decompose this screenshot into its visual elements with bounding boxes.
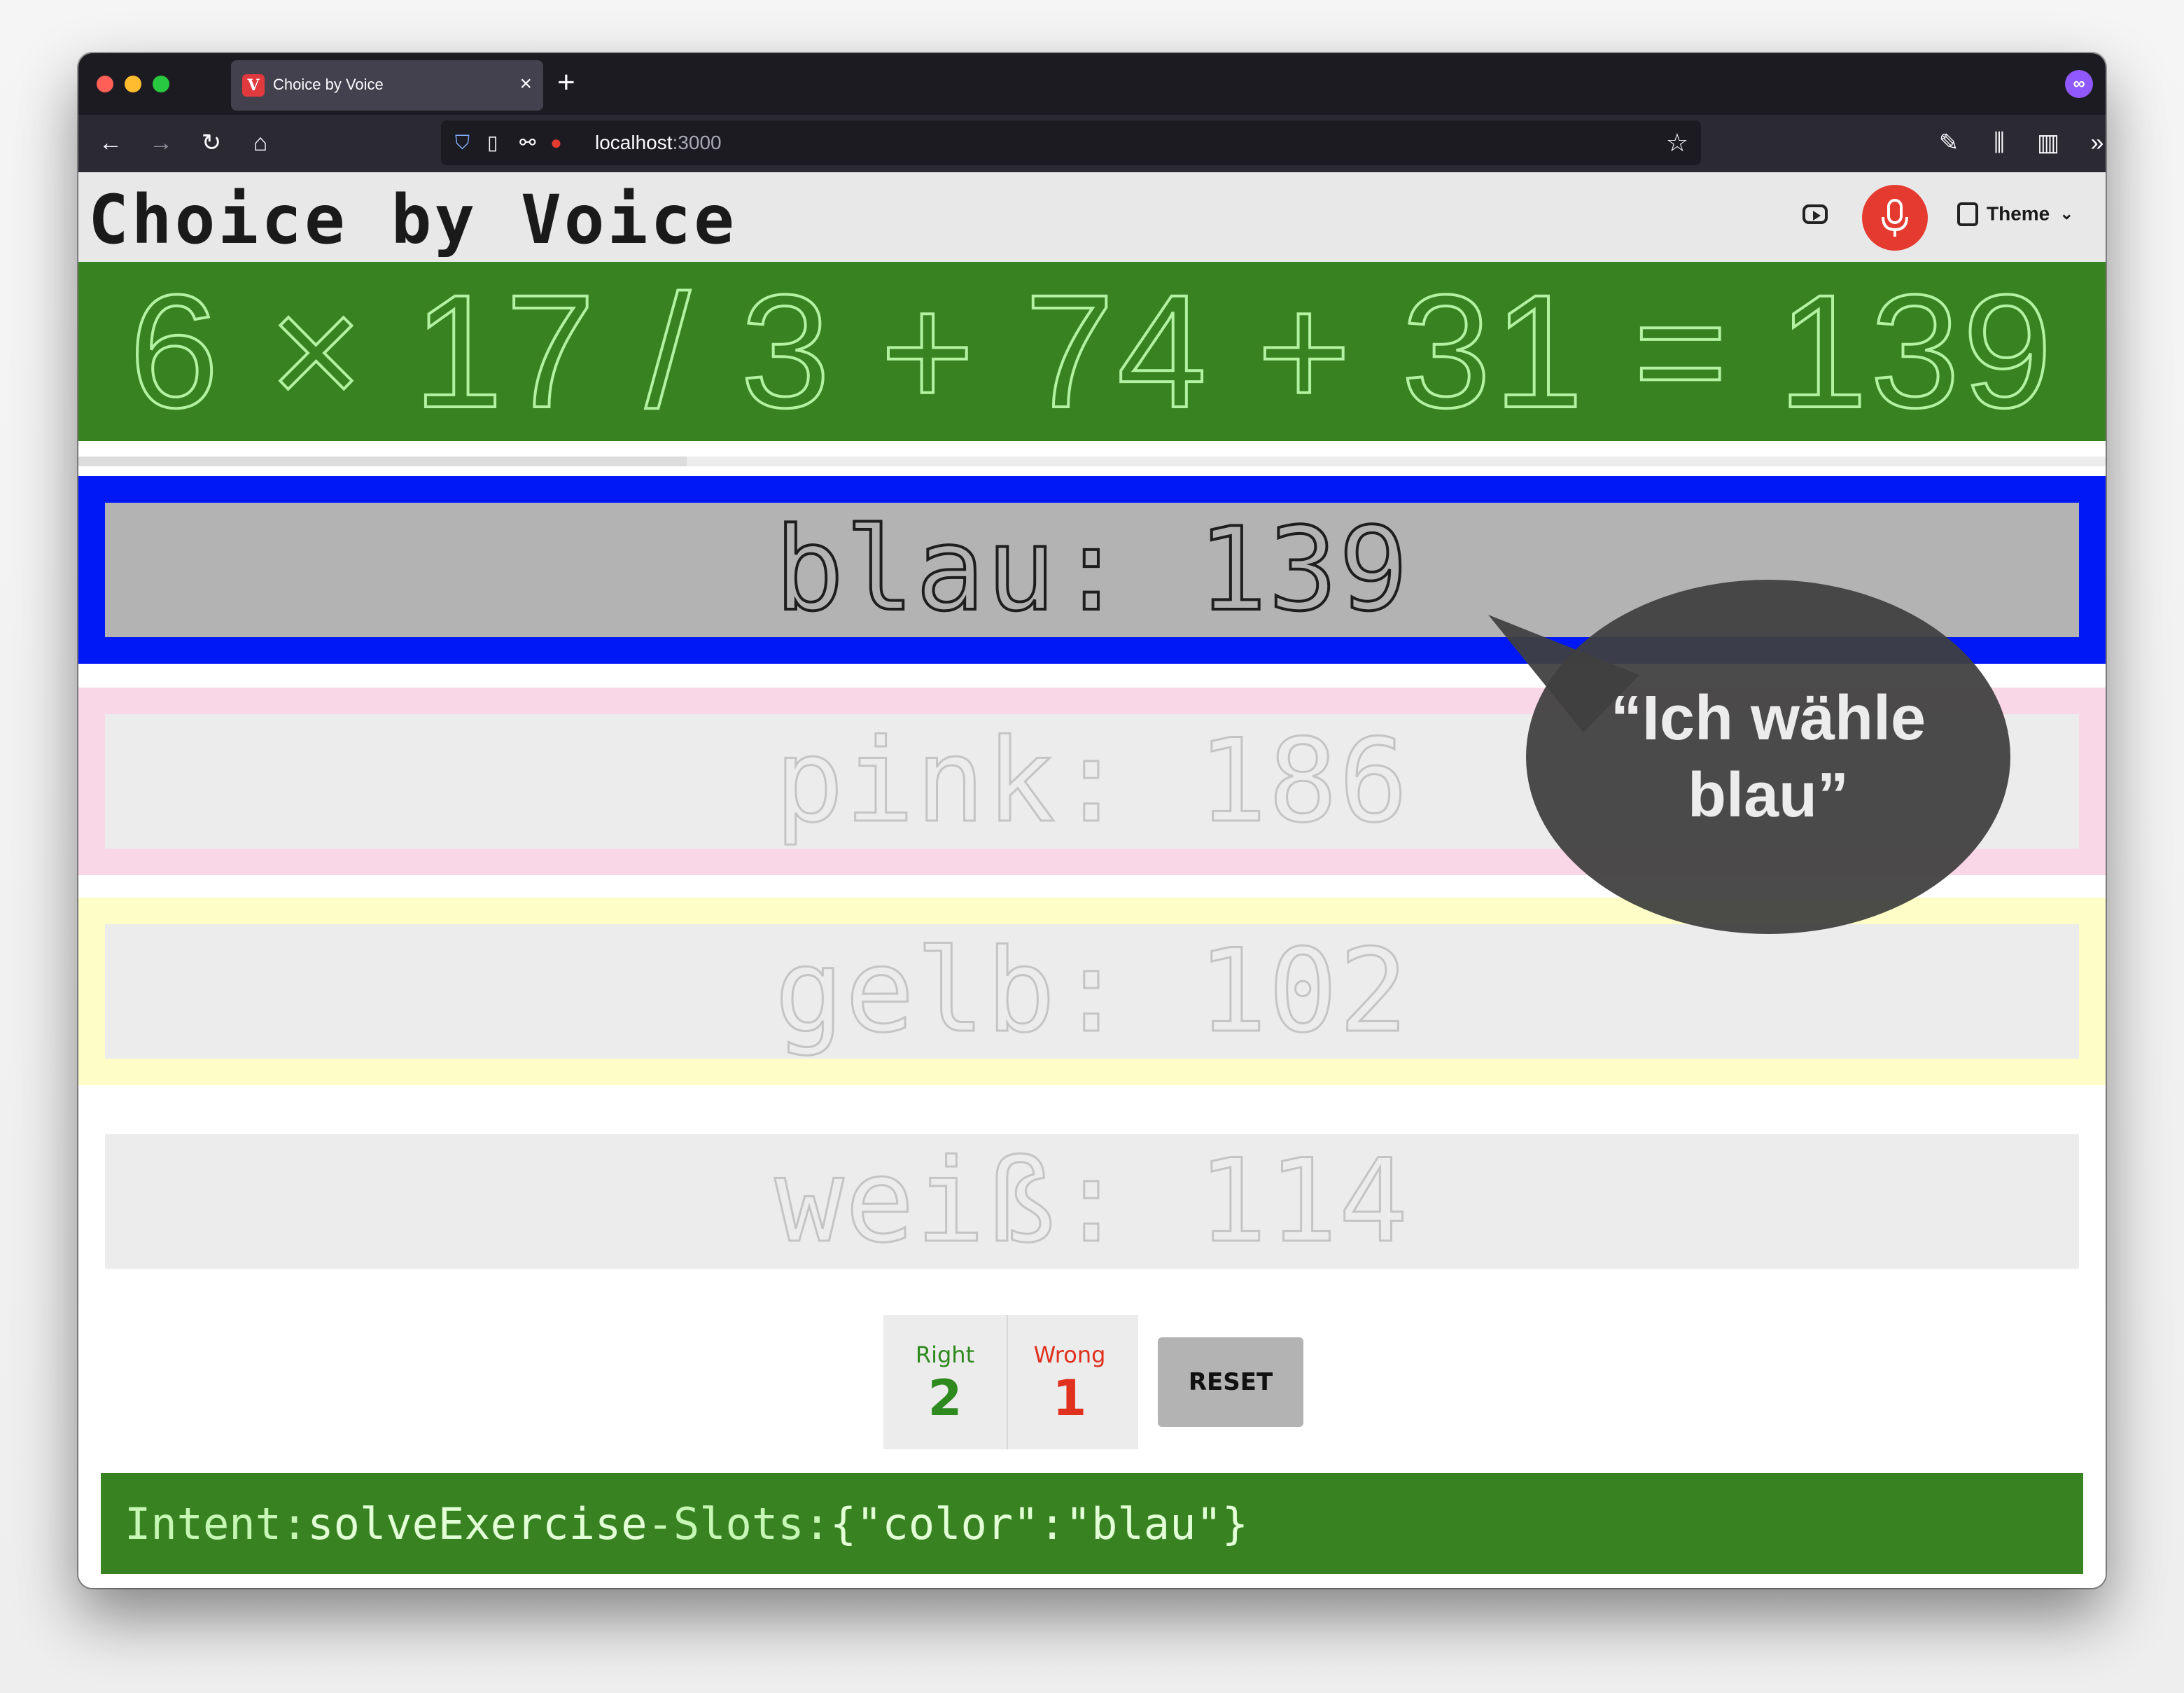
timer-progress-bar (78, 457, 2106, 466)
navigation-bar: ← → ↻ ⌂ ⛉ ▯ ⚯ ● localhost:3000 ☆ ✎ ⫼ ▥ »… (78, 115, 2106, 172)
url-text: localhost:3000 (595, 132, 722, 154)
theme-dropdown[interactable]: Theme ⌄ (1957, 202, 2073, 232)
option-pink-label: pink: 186 (774, 713, 1410, 849)
page-icon[interactable]: ▯ (487, 130, 498, 155)
theme-swatch-icon (1957, 202, 1978, 226)
reload-icon[interactable]: ↻ (196, 127, 227, 158)
forward-icon[interactable]: → (146, 127, 176, 158)
score-wrong-value: 1 (1052, 1370, 1087, 1427)
back-icon[interactable]: ← (95, 127, 126, 158)
option-gelb-face: gelb: 102 (105, 924, 2079, 1059)
chevron-down-icon: ⌄ (2059, 204, 2074, 224)
option-weiss-label: weiß: 114 (774, 1134, 1410, 1269)
intent-bar: Intent: solveExercise - Slots: {"color":… (101, 1473, 2083, 1574)
close-window-button[interactable] (97, 76, 113, 92)
microphone-button[interactable] (1862, 185, 1928, 251)
exercise-banner: 6 × 17 / 3 + 74 + 31 = 139 (78, 262, 2106, 441)
option-weiss-face: weiß: 114 (105, 1134, 2079, 1269)
favicon-icon: V (242, 74, 265, 97)
url-port: :3000 (672, 132, 722, 153)
tab-close-icon[interactable]: × (519, 71, 532, 97)
speech-bubble: “Ich wähle blau” (1526, 580, 2010, 934)
tab-title: Choice by Voice (273, 76, 384, 93)
url-host: localhost (595, 132, 673, 153)
bookmark-star-icon[interactable]: ☆ (1666, 129, 1688, 157)
microphone-icon (1882, 199, 1908, 237)
intent-value: solveExercise (307, 1498, 648, 1549)
app-header: Choice by Voice Theme ⌄ (78, 172, 2106, 262)
option-gelb-label: gelb: 102 (774, 924, 1410, 1059)
slots-value: {"color":"blau"} (830, 1498, 1249, 1549)
browser-window: V Choice by Voice × + ∞ ← → ↻ ⌂ ⛉ ▯ ⚯ ● … (78, 53, 2106, 1588)
url-bar[interactable]: ⛉ ▯ ⚯ ● localhost:3000 ☆ (441, 120, 1701, 165)
app-content: Choice by Voice Theme ⌄ 6 × 17 / 3 + 74 +… (78, 172, 2106, 1588)
microphone-in-use-icon[interactable]: ● (550, 130, 562, 155)
tab-bar: V Choice by Voice × + ∞ (78, 53, 2106, 115)
library-icon[interactable]: ⫼ (1984, 127, 2015, 158)
option-weiss[interactable]: weiß: 114 (78, 1108, 2106, 1295)
youtube-icon[interactable] (1802, 204, 1828, 224)
home-icon[interactable]: ⌂ (245, 127, 276, 158)
reset-button[interactable]: RESET (1158, 1337, 1303, 1427)
score-panel: Right 2 Wrong 1 (883, 1315, 1138, 1449)
wrench-icon[interactable]: ✎ (1933, 127, 1964, 158)
permissions-icon[interactable]: ⚯ (519, 130, 536, 155)
minimize-window-button[interactable] (125, 76, 141, 92)
browser-tab[interactable]: V Choice by Voice × (231, 60, 543, 111)
intent-label: Intent: (125, 1498, 308, 1549)
score-right: Right 2 (883, 1315, 1008, 1449)
option-blau-label: blau: 139 (774, 501, 1410, 638)
speech-bubble-text: “Ich wähle blau” (1610, 683, 1926, 830)
intent-separator: - (647, 1498, 673, 1549)
score-wrong-label: Wrong (1033, 1342, 1106, 1368)
new-tab-icon[interactable]: + (557, 66, 575, 99)
score-wrong: Wrong 1 (1008, 1315, 1131, 1449)
exercise-equation: 6 × 17 / 3 + 74 + 31 = 139 (127, 261, 2055, 441)
score-right-value: 2 (927, 1370, 962, 1427)
maximize-window-button[interactable] (153, 76, 169, 92)
slots-label: Slots: (673, 1498, 830, 1549)
sidebar-icon[interactable]: ▥ (2033, 127, 2064, 158)
overflow-chevrons-icon[interactable]: » (2082, 127, 2106, 158)
theme-label: Theme (1987, 202, 2050, 225)
app-logo: Choice by Voice (88, 181, 737, 259)
private-browsing-icon[interactable]: ∞ (2065, 70, 2093, 98)
shield-icon[interactable]: ⛉ (455, 130, 470, 155)
score-right-label: Right (915, 1342, 975, 1368)
timer-progress-fill (78, 457, 687, 466)
